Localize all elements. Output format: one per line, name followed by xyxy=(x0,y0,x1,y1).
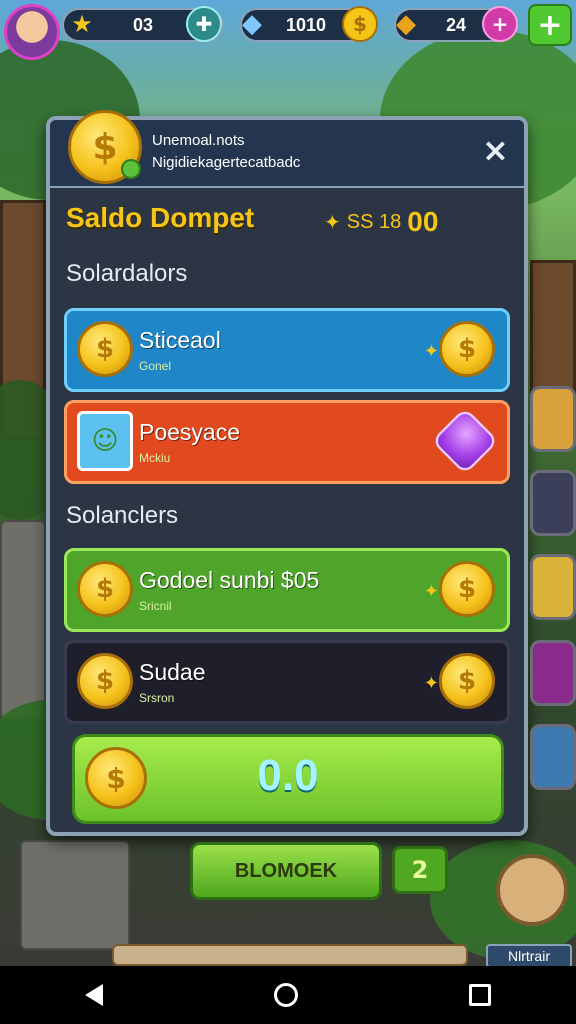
side-flower-button[interactable] xyxy=(530,724,576,790)
recent-apps-icon[interactable] xyxy=(468,984,491,1006)
list-item[interactable]: $ Sudae Srsron ✦ $ xyxy=(64,640,510,724)
coin-icon: $ xyxy=(439,561,495,617)
gem-plus-icon[interactable]: + xyxy=(482,6,518,42)
modal-header: $ Unemoal.nots Nigidiekagertecatbadc × xyxy=(50,110,524,188)
section-heading: Solardalors xyxy=(66,260,188,287)
sparkle-icon: ✦ xyxy=(324,210,341,234)
coin-icon: $ xyxy=(77,561,133,617)
wallet-modal: $ Unemoal.nots Nigidiekagertecatbadc × S… xyxy=(46,110,528,836)
leaf-icon xyxy=(121,159,141,179)
add-button[interactable]: + xyxy=(528,4,572,46)
gem-icon: ◆ xyxy=(396,9,416,39)
wallet-value-small: SS 18 xyxy=(346,210,402,233)
list-item-title: Poesyace xyxy=(139,419,241,445)
total-balance-value: 0.0 xyxy=(257,751,319,800)
stone-path xyxy=(0,520,46,720)
menu-tag[interactable]: Nlrtrair xyxy=(486,944,572,968)
list-item[interactable]: $ Godoel sunbi $05 Sricnil ✦ $ xyxy=(64,548,510,632)
coin-icon: $ xyxy=(77,653,133,709)
wallet-value-big: 00 xyxy=(407,206,439,237)
elf-character-icon: ☺ xyxy=(77,411,133,471)
list-item-title: Sudae xyxy=(139,659,206,685)
stars-value: 03 xyxy=(132,14,154,35)
close-button[interactable]: × xyxy=(482,134,509,166)
gem-icon xyxy=(431,407,499,475)
side-coin-button[interactable] xyxy=(530,386,576,452)
coin-icon: $ xyxy=(68,110,142,184)
list-item-subtitle: Sricnil xyxy=(139,599,172,613)
sparkle-icon: ✦ xyxy=(423,341,439,362)
coin-icon: $ xyxy=(439,653,495,709)
wallet-title: Saldo Dompet xyxy=(66,202,255,233)
list-item[interactable]: ☺ Poesyace Mckiu xyxy=(64,400,510,484)
coin-icon: $ xyxy=(439,321,495,377)
coin-icon: $ xyxy=(77,321,133,377)
wrench-icon[interactable]: ✚ xyxy=(186,6,222,42)
side-gem-button[interactable] xyxy=(530,640,576,706)
section-heading: Solanclers xyxy=(66,502,179,529)
sparkle-icon: ✦ xyxy=(423,673,439,694)
list-item-title: Godoel sunbi $05 xyxy=(139,567,320,593)
stone-wall xyxy=(20,840,130,950)
energy-value: 1010 xyxy=(285,14,327,35)
list-item-subtitle: Srsron xyxy=(139,691,175,705)
card-icon[interactable] xyxy=(496,854,568,926)
list-item-subtitle: Mckiu xyxy=(139,451,171,465)
wallet-balance: ✦ SS 18 00 xyxy=(324,206,438,238)
header-title: Unemoal.nots xyxy=(152,132,245,149)
confirm-button[interactable]: BLOMOEK xyxy=(190,842,382,900)
shield-icon: ◆ xyxy=(242,9,262,39)
list-item[interactable]: $ Sticeaol Gonel ✦ $ xyxy=(64,308,510,392)
back-icon[interactable] xyxy=(85,984,104,1006)
list-item-subtitle: Gonel xyxy=(139,359,172,373)
android-navbar xyxy=(0,966,576,1024)
coin-icon[interactable]: $ xyxy=(342,6,378,42)
home-icon[interactable] xyxy=(273,983,298,1007)
bottom-toolbar[interactable] xyxy=(112,944,468,966)
player-avatar[interactable] xyxy=(4,4,60,60)
total-balance-button[interactable]: $ 0.0 xyxy=(72,734,504,824)
sparkle-icon: ✦ xyxy=(423,581,439,602)
header-subtitle: Nigidiekagertecatbadc xyxy=(152,154,301,171)
side-coin-button[interactable] xyxy=(530,470,576,536)
star-icon: ★ xyxy=(71,10,93,38)
side-leaf-button[interactable] xyxy=(530,554,576,620)
list-item-title: Sticeaol xyxy=(139,327,221,353)
count-badge[interactable]: 2 xyxy=(392,846,448,894)
gems-value: 24 xyxy=(445,14,466,35)
